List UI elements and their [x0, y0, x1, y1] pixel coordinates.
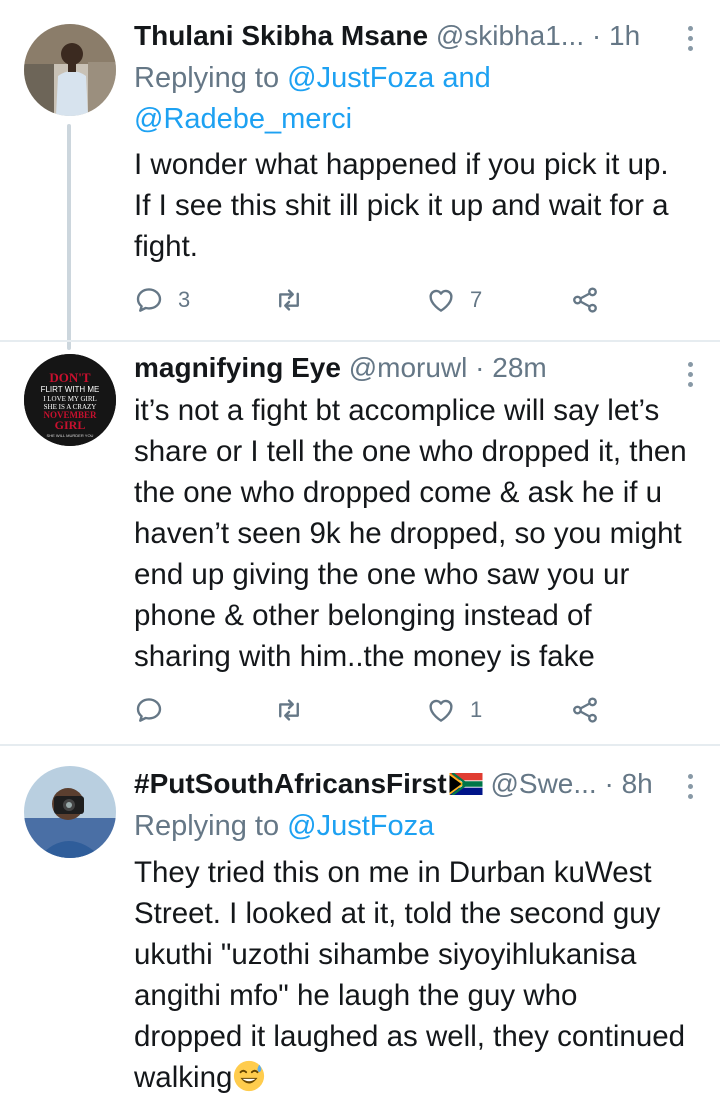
- share-button[interactable]: [570, 280, 600, 320]
- share-button[interactable]: [570, 690, 600, 730]
- avatar-text: DON'T: [49, 370, 91, 385]
- replying-to: Replying to @JustFoza and @Radebe_merci: [134, 58, 700, 140]
- retweet-icon: [279, 289, 299, 311]
- tweet-text-line: end up giving the one who saw you ur: [134, 558, 630, 591]
- avatar[interactable]: [24, 766, 116, 858]
- like-button[interactable]: 7: [426, 280, 482, 320]
- tweet-text-line: dropped it laughed as well, they continu…: [134, 1020, 686, 1053]
- tweet-text-line: share or I tell the one who dropped it, …: [134, 435, 687, 468]
- replying-to-label: Replying to: [134, 810, 288, 842]
- avatar-text: I LOVE MY GIRL: [43, 395, 97, 403]
- like-count: 1: [470, 697, 483, 722]
- sweat-smile-emoji: [234, 1061, 265, 1092]
- tweet-header: #PutSouthAfricansFirst @Swe... · 8h: [134, 764, 700, 804]
- display-name[interactable]: magnifying Eye: [134, 352, 341, 383]
- separator: ·: [596, 768, 622, 799]
- reply-count: 3: [178, 287, 191, 312]
- mention-link[interactable]: @Radebe_merci: [134, 103, 352, 135]
- heart-icon: [429, 289, 453, 312]
- timestamp[interactable]: 8h: [622, 768, 653, 799]
- thread-line: [67, 124, 71, 350]
- tweet-3[interactable]: #PutSouthAfricansFirst @Swe... · 8h Repl…: [0, 746, 720, 1102]
- tweet-header: magnifying Eye @moruwl · 28m: [134, 348, 700, 388]
- retweet-button[interactable]: [274, 690, 318, 730]
- tweet-text-line: Street. I looked at it, told the second …: [134, 897, 661, 930]
- mention-link[interactable]: @JustFoza: [287, 62, 434, 94]
- display-name[interactable]: #PutSouthAfricansFirst: [134, 768, 447, 799]
- share-icon: [573, 287, 597, 313]
- separator: ·: [467, 352, 493, 383]
- separator: ·: [584, 20, 610, 51]
- tweet-text-line: the one who dropped come & ask he if u: [134, 476, 663, 509]
- avatar[interactable]: DON'T FLIRT WITH ME I LOVE MY GIRL SHE I…: [24, 354, 116, 446]
- tweet-1[interactable]: Thulani Skibha Msane @skibha1... · 1h Re…: [0, 0, 720, 350]
- handle[interactable]: @moruwl: [349, 352, 468, 383]
- reply-button[interactable]: [134, 690, 178, 730]
- tweet-text-line: I wonder what happened if you pick it up…: [134, 148, 669, 181]
- avatar-text: FLIRT WITH ME: [41, 385, 100, 394]
- timestamp[interactable]: 28m: [492, 352, 546, 383]
- tweet-text: it’s not a fight bt accomplice will say …: [134, 390, 696, 677]
- mention-conjunction: and: [434, 62, 491, 94]
- tweet-text-line: They tried this on me in Durban kuWest: [134, 856, 652, 889]
- display-name[interactable]: Thulani Skibha Msane: [134, 20, 428, 51]
- tweet-text: I wonder what happened if you pick it up…: [134, 144, 696, 267]
- tweet-text-line: angithi mfo" he laugh the guy who: [134, 979, 578, 1012]
- tweet-text-line: haven’t seen 9k he dropped, so you might: [134, 517, 682, 550]
- avatar[interactable]: [24, 24, 116, 116]
- reply-icon: [136, 288, 162, 312]
- mention-link[interactable]: @JustFoza: [287, 810, 434, 842]
- like-count: 7: [470, 287, 483, 312]
- replying-to-label: Replying to: [134, 62, 288, 94]
- tweet-text-line: fight.: [134, 230, 198, 263]
- action-bar: 1: [134, 690, 634, 730]
- avatar-text: GIRL: [55, 418, 86, 432]
- action-bar: 3 7: [134, 280, 634, 320]
- tweet-text-line: it’s not a fight bt accomplice will say …: [134, 394, 660, 427]
- tweet-text-line: sharing with him..the money is fake: [134, 640, 595, 673]
- more-vertical-icon[interactable]: [688, 774, 696, 804]
- heart-icon: [429, 699, 453, 722]
- reply-button[interactable]: 3: [134, 280, 190, 320]
- like-button[interactable]: 1: [426, 690, 482, 730]
- replying-to: Replying to @JustFoza: [134, 806, 700, 847]
- tweet-text: They tried this on me in Durban kuWest S…: [134, 852, 696, 1098]
- retweet-button[interactable]: [274, 280, 318, 320]
- tweet-header: Thulani Skibha Msane @skibha1... · 1h: [134, 16, 700, 56]
- south-africa-flag-emoji: [449, 772, 483, 795]
- handle[interactable]: @skibha1...: [436, 20, 584, 51]
- reply-icon: [136, 698, 162, 722]
- more-vertical-icon[interactable]: [688, 26, 696, 56]
- tweet-text-line: If I see this shit ill pick it up and wa…: [134, 189, 669, 222]
- handle[interactable]: @Swe...: [490, 768, 596, 799]
- tweet-text-line: walking: [134, 1061, 233, 1094]
- tweet-2[interactable]: DON'T FLIRT WITH ME I LOVE MY GIRL SHE I…: [0, 342, 720, 742]
- more-vertical-icon[interactable]: [688, 362, 696, 392]
- tweet-text-line-last: walking: [134, 1057, 696, 1098]
- tweet-text-line: phone & other belonging instead of: [134, 599, 592, 632]
- share-icon: [573, 697, 597, 723]
- tweet-text-line: ukuthi "uzothi sihambe siyoyihlukanisa: [134, 938, 637, 971]
- retweet-icon: [279, 699, 299, 721]
- avatar-text: SHE WILL MURDER YOU: [47, 433, 94, 438]
- timestamp[interactable]: 1h: [609, 20, 640, 51]
